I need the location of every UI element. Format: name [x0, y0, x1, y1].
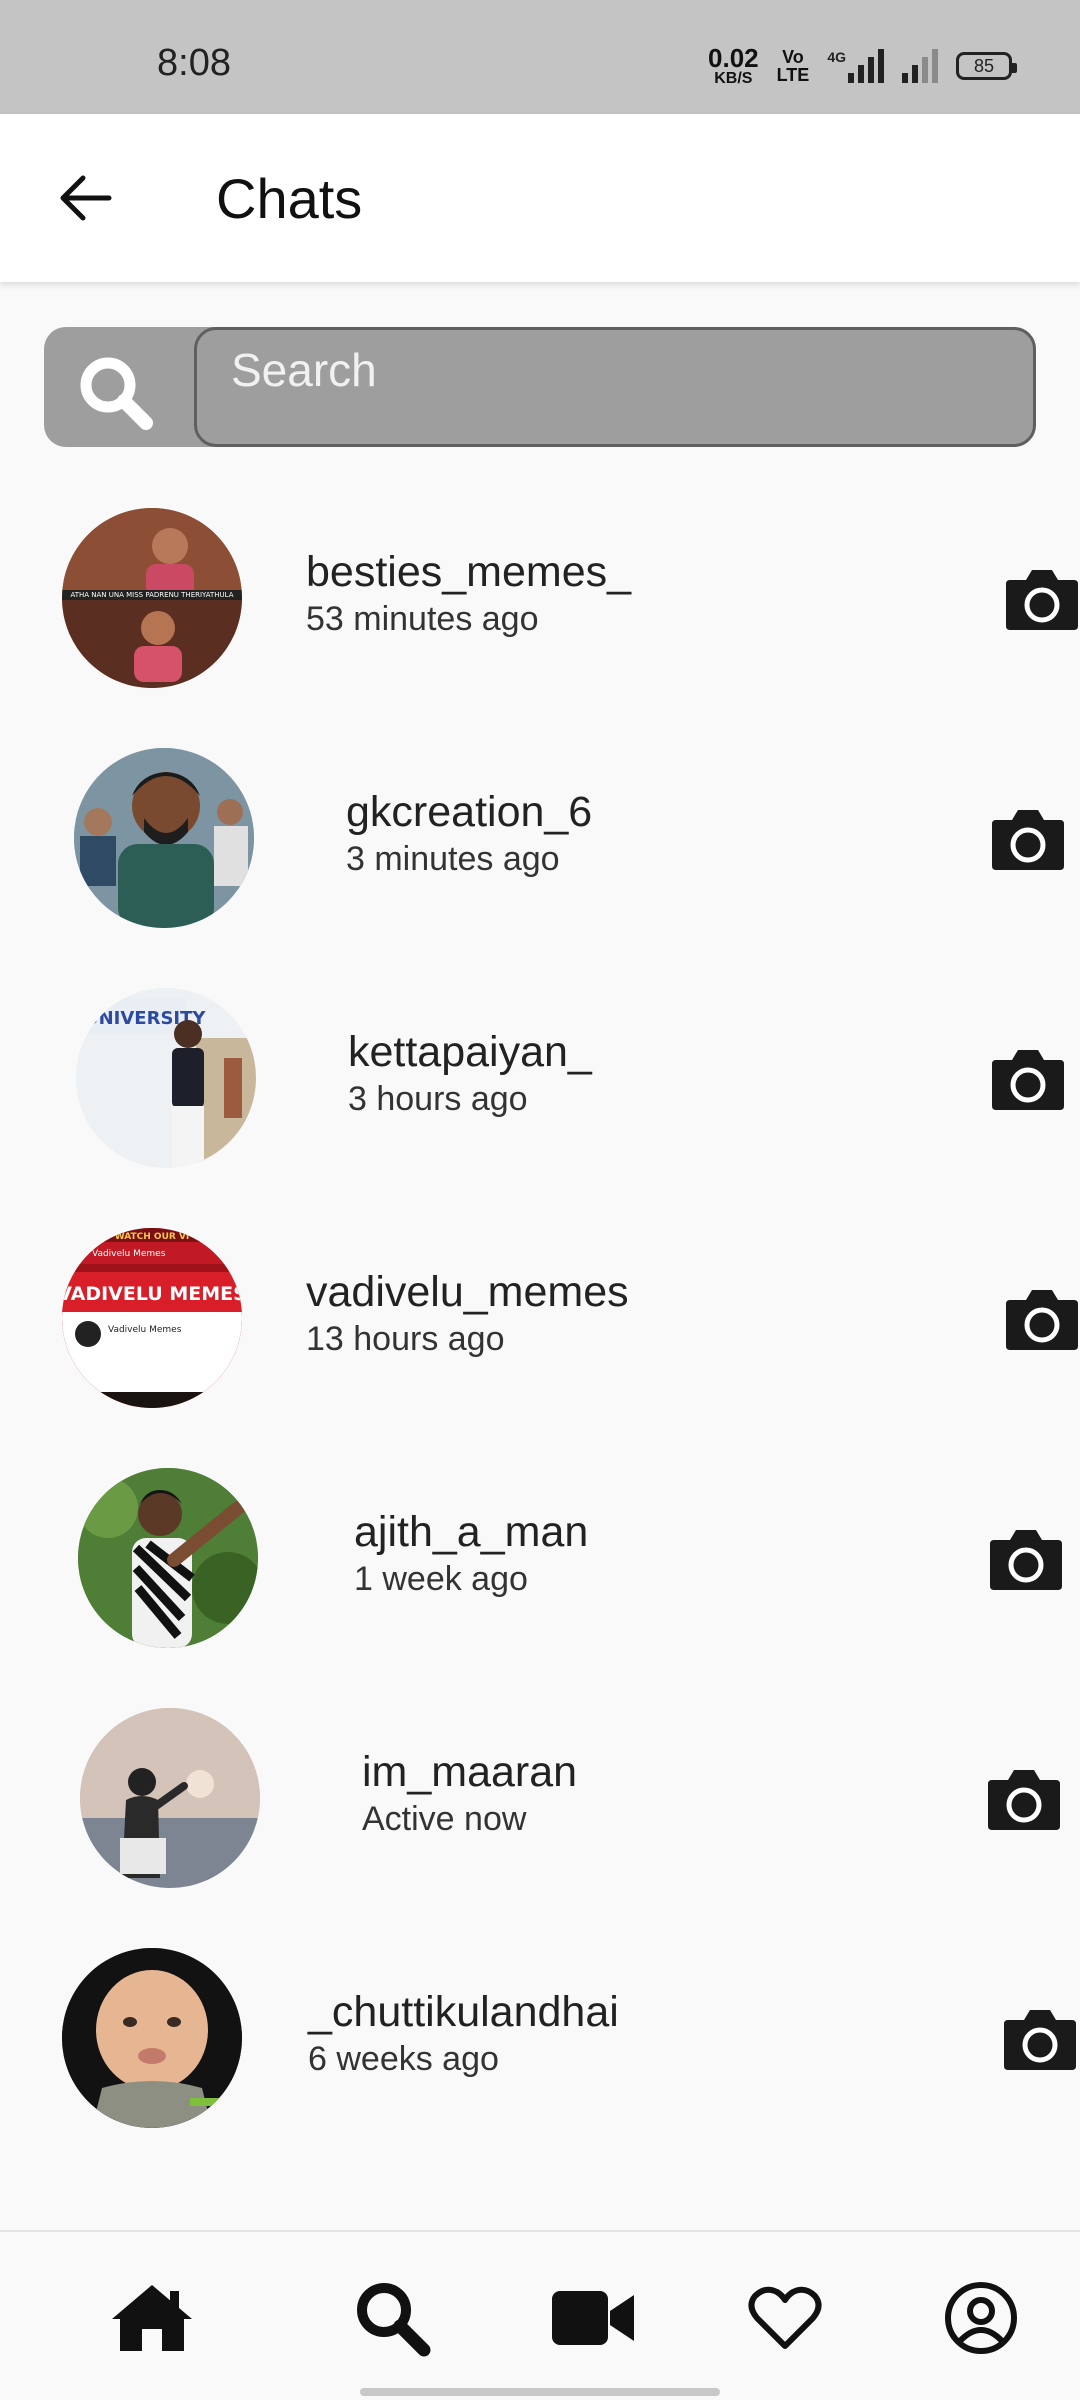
camera-icon	[1006, 570, 1078, 630]
camera-icon	[988, 1770, 1060, 1830]
chat-status: 1 week ago	[354, 1560, 528, 1598]
camera-icon	[1004, 2010, 1076, 2070]
svg-text:WATCH OUR VI: WATCH OUR VI	[115, 1232, 190, 1242]
chat-name: ajith_a_man	[354, 1508, 589, 1556]
avatar[interactable]: ATHA NAN UNA MISS PADRENU THERIYATHULA	[62, 508, 242, 688]
arrow-left-icon	[60, 175, 112, 221]
chat-row-gkcreation[interactable]: gkcreation_6 3 minutes ago	[0, 740, 1080, 940]
chat-row-kettapaiyan[interactable]: UNIVERSITY kettapaiyan_ 3 hours ago	[0, 980, 1080, 1180]
camera-icon	[990, 1530, 1062, 1590]
home-icon	[112, 2285, 192, 2351]
profile-icon	[945, 2282, 1017, 2354]
network-speed: 0.02 KB/S	[708, 43, 759, 87]
chat-status: 3 minutes ago	[346, 840, 560, 878]
chat-status: 3 hours ago	[348, 1080, 528, 1118]
camera-button[interactable]	[990, 808, 1066, 872]
chat-status: Active now	[362, 1800, 527, 1838]
chat-name: kettapaiyan_	[348, 1028, 592, 1076]
chat-row-chuttikulandhai[interactable]: _chuttikulandhai 6 weeks ago	[0, 1940, 1080, 2140]
camera-button[interactable]	[988, 1528, 1064, 1592]
search-input[interactable]	[194, 327, 1036, 447]
avatar[interactable]: WATCH OUR VI Vadivelu Memes VADIVELU MEM…	[62, 1228, 242, 1408]
avatar[interactable]: UNIVERSITY	[76, 988, 256, 1168]
svg-text:Vadivelu Memes: Vadivelu Memes	[92, 1249, 166, 1259]
avatar[interactable]	[78, 1468, 258, 1648]
home-indicator[interactable]	[360, 2388, 720, 2396]
nav-home-button[interactable]	[107, 2278, 197, 2358]
camera-button[interactable]	[986, 1768, 1062, 1832]
svg-text:Vadivelu Memes: Vadivelu Memes	[108, 1325, 182, 1335]
chat-name: vadivelu_memes	[306, 1268, 629, 1316]
avatar[interactable]	[80, 1708, 260, 1888]
page-title: Chats	[216, 167, 363, 230]
chat-name: _chuttikulandhai	[308, 1988, 619, 2036]
camera-button[interactable]	[1002, 2008, 1078, 2072]
signal-strength-icon: 4G	[827, 49, 884, 83]
camera-button[interactable]	[990, 1048, 1066, 1112]
chat-row-vadivelu-memes[interactable]: WATCH OUR VI Vadivelu Memes VADIVELU MEM…	[0, 1220, 1080, 1420]
chat-name: im_maaran	[362, 1748, 578, 1796]
chat-status: 13 hours ago	[306, 1320, 505, 1358]
chat-row-besties-memes[interactable]: ATHA NAN UNA MISS PADRENU THERIYATHULA b…	[0, 500, 1080, 700]
chat-status: 53 minutes ago	[306, 600, 539, 638]
nav-profile-button[interactable]	[936, 2278, 1026, 2358]
search-icon	[357, 2283, 431, 2357]
chat-row-im-maaran[interactable]: im_maaran Active now	[0, 1700, 1080, 1900]
chat-name: besties_memes_	[306, 548, 632, 596]
nav-search-button[interactable]	[347, 2278, 437, 2358]
nav-activity-button[interactable]	[740, 2278, 830, 2358]
camera-icon	[1006, 1290, 1078, 1350]
camera-icon	[992, 1050, 1064, 1110]
volte-icon: Vo LTE	[776, 47, 810, 85]
status-time: 8:08	[157, 42, 231, 84]
heart-icon	[748, 2286, 822, 2349]
signal-strength-2-icon	[902, 49, 938, 83]
app-header: Chats	[0, 114, 1080, 282]
chat-status: 6 weeks ago	[308, 2040, 499, 2078]
chat-name: gkcreation_6	[346, 788, 593, 836]
bottom-nav	[0, 2230, 1080, 2400]
camera-button[interactable]	[1004, 1288, 1080, 1352]
avatar[interactable]	[62, 1948, 242, 2128]
svg-text:ATHA NAN UNA MISS PADRENU THER: ATHA NAN UNA MISS PADRENU THERIYATHULA	[70, 591, 233, 599]
back-button[interactable]	[50, 166, 120, 230]
status-icons: 0.02 KB/S Vo LTE 4G 85	[708, 43, 1017, 88]
camera-button[interactable]	[1004, 568, 1080, 632]
search-bar	[44, 327, 1036, 447]
avatar[interactable]	[74, 748, 254, 928]
svg-text:VADIVELU MEMES: VADIVELU MEMES	[62, 1283, 242, 1305]
battery-icon: 85	[956, 52, 1017, 80]
search-icon[interactable]	[74, 351, 158, 435]
chat-row-ajith-a-man[interactable]: ajith_a_man 1 week ago	[0, 1460, 1080, 1660]
video-camera-icon	[552, 2291, 634, 2345]
nav-reels-button[interactable]	[548, 2278, 638, 2358]
status-bar: 8:08 0.02 KB/S Vo LTE 4G 85	[0, 0, 1080, 114]
camera-icon	[992, 810, 1064, 870]
